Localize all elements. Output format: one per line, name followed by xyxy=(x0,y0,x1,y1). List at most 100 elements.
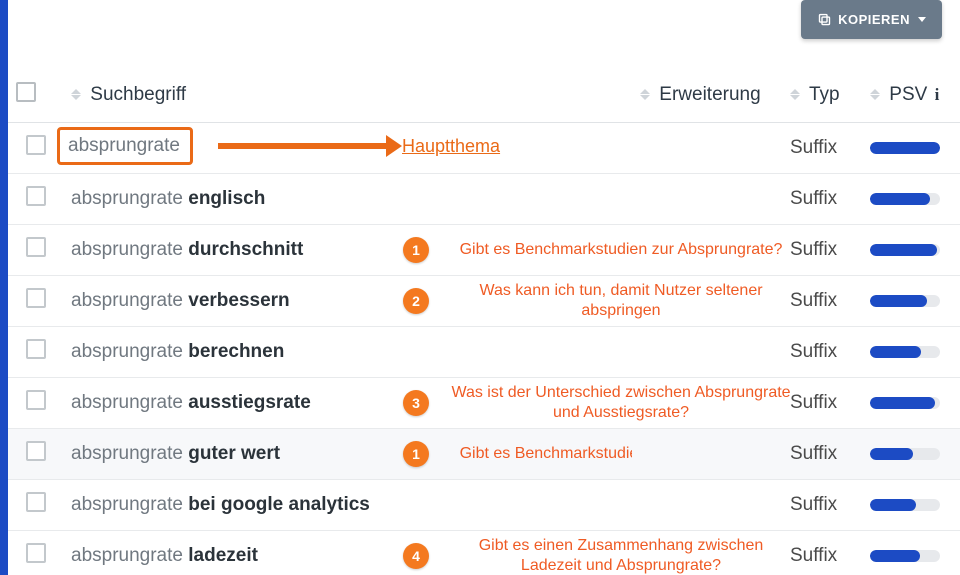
copy-icon xyxy=(817,12,832,27)
keyword-extra: englisch xyxy=(188,188,265,209)
table-header-row: Suchbegriff Erweiterung Typ PSV i xyxy=(8,70,960,123)
psv-fill xyxy=(870,550,920,562)
psv-cell xyxy=(862,378,960,429)
keyword-extra: bei google analytics xyxy=(188,494,370,515)
typ-cell: Suffix xyxy=(782,327,862,378)
table-row[interactable]: absprungrate ausstiegsrate3Was ist der U… xyxy=(8,378,960,429)
sort-icon xyxy=(790,89,800,100)
psv-cell xyxy=(862,429,960,480)
psv-cell xyxy=(862,225,960,276)
hauptthema-link[interactable]: Hauptthema xyxy=(402,136,500,157)
annotation-badge: 1 xyxy=(403,441,429,467)
row-checkbox[interactable] xyxy=(26,492,46,512)
psv-fill xyxy=(870,448,913,460)
keyword-extra: ladezeit xyxy=(188,545,258,566)
typ-cell: Suffix xyxy=(782,276,862,327)
psv-cell xyxy=(862,480,960,531)
erweiterung-cell xyxy=(632,429,782,480)
psv-bar xyxy=(870,499,940,511)
info-icon[interactable]: i xyxy=(935,85,940,104)
keyword-cell: absprungrate ladezeit4Gibt es einen Zusa… xyxy=(63,531,632,575)
column-header-erweiterung[interactable]: Erweiterung xyxy=(632,70,782,123)
keyword-extra: ausstiegsrate xyxy=(188,392,311,413)
highlight-box: absprungrate xyxy=(57,127,193,165)
copy-button-label: KOPIEREN xyxy=(838,12,910,27)
row-checkbox[interactable] xyxy=(26,135,46,155)
typ-cell: Suffix xyxy=(782,480,862,531)
psv-bar xyxy=(870,193,940,205)
column-label: Erweiterung xyxy=(659,84,760,105)
sort-icon xyxy=(640,89,650,100)
copy-button[interactable]: KOPIEREN xyxy=(801,0,942,39)
keyword-base: absprungrate xyxy=(71,545,183,566)
keyword-cell: absprungrate englisch xyxy=(63,174,632,225)
table-row[interactable]: absprungrate ladezeit4Gibt es einen Zusa… xyxy=(8,531,960,575)
psv-fill xyxy=(870,397,935,409)
column-label: PSV xyxy=(889,84,927,105)
keyword-extra: durchschnitt xyxy=(188,239,303,260)
psv-bar xyxy=(870,448,940,460)
psv-bar xyxy=(870,244,940,256)
typ-cell: Suffix xyxy=(782,225,862,276)
column-header-suchbegriff[interactable]: Suchbegriff xyxy=(63,70,632,123)
psv-fill xyxy=(870,193,930,205)
keywords-table: Suchbegriff Erweiterung Typ PSV i abspru… xyxy=(8,70,960,575)
keyword-cell: absprungrate Hauptthema xyxy=(63,123,632,174)
typ-cell: Suffix xyxy=(782,378,862,429)
table-row[interactable]: absprungrate englisch Suffix xyxy=(8,174,960,225)
hauptthema-pointer: Hauptthema xyxy=(218,123,500,169)
erweiterung-cell xyxy=(632,225,782,276)
row-checkbox[interactable] xyxy=(26,237,46,257)
column-header-typ[interactable]: Typ xyxy=(782,70,862,123)
row-checkbox[interactable] xyxy=(26,543,46,563)
table-row[interactable]: absprungrate bei google analytics Suffix xyxy=(8,480,960,531)
table-row[interactable]: absprungrate durchschnitt1Gibt es Benchm… xyxy=(8,225,960,276)
psv-fill xyxy=(870,142,940,154)
table-row[interactable]: absprungrateHauptthemaSuffix xyxy=(8,123,960,174)
psv-fill xyxy=(870,346,921,358)
psv-fill xyxy=(870,244,937,256)
keyword-base: absprungrate xyxy=(71,290,183,311)
arrow-right-icon xyxy=(218,143,388,149)
keyword-base: absprungrate xyxy=(71,239,183,260)
select-all-checkbox[interactable] xyxy=(16,82,36,102)
column-header-psv[interactable]: PSV i xyxy=(862,70,960,123)
keyword-cell: absprungrate ausstiegsrate3Was ist der U… xyxy=(63,378,632,429)
row-checkbox[interactable] xyxy=(26,390,46,410)
keyword-base: absprungrate xyxy=(71,188,183,209)
table-row[interactable]: absprungrate berechnen Suffix xyxy=(8,327,960,378)
annotation-badge: 3 xyxy=(403,390,429,416)
row-checkbox[interactable] xyxy=(26,288,46,308)
erweiterung-cell xyxy=(632,480,782,531)
annotation-badge: 4 xyxy=(403,543,429,569)
psv-cell xyxy=(862,327,960,378)
keyword-base: absprungrate xyxy=(71,494,183,515)
keyword-extra: guter wert xyxy=(188,443,280,464)
psv-cell xyxy=(862,531,960,575)
psv-fill xyxy=(870,295,927,307)
chevron-down-icon xyxy=(918,17,926,22)
keyword-cell: absprungrate verbessern2Was kann ich tun… xyxy=(63,276,632,327)
sort-icon xyxy=(870,89,880,100)
psv-cell xyxy=(862,276,960,327)
row-checkbox[interactable] xyxy=(26,186,46,206)
erweiterung-cell xyxy=(632,174,782,225)
row-checkbox[interactable] xyxy=(26,339,46,359)
keyword-cell: absprungrate berechnen xyxy=(63,327,632,378)
sort-icon xyxy=(71,89,81,100)
psv-bar xyxy=(870,397,940,409)
keyword-cell: absprungrate durchschnitt1Gibt es Benchm… xyxy=(63,225,632,276)
psv-bar xyxy=(870,346,940,358)
keyword-base: absprungrate xyxy=(68,135,180,157)
typ-cell: Suffix xyxy=(782,174,862,225)
column-label: Typ xyxy=(809,84,840,105)
keyword-extra: berechnen xyxy=(188,341,284,362)
row-checkbox[interactable] xyxy=(26,441,46,461)
psv-fill xyxy=(870,499,916,511)
typ-cell: Suffix xyxy=(782,531,862,575)
erweiterung-cell xyxy=(632,531,782,575)
table-row[interactable]: absprungrate guter wert1Gibt es Benchmar… xyxy=(8,429,960,480)
keyword-cell: absprungrate bei google analytics xyxy=(63,480,632,531)
table-row[interactable]: absprungrate verbessern2Was kann ich tun… xyxy=(8,276,960,327)
psv-bar xyxy=(870,550,940,562)
